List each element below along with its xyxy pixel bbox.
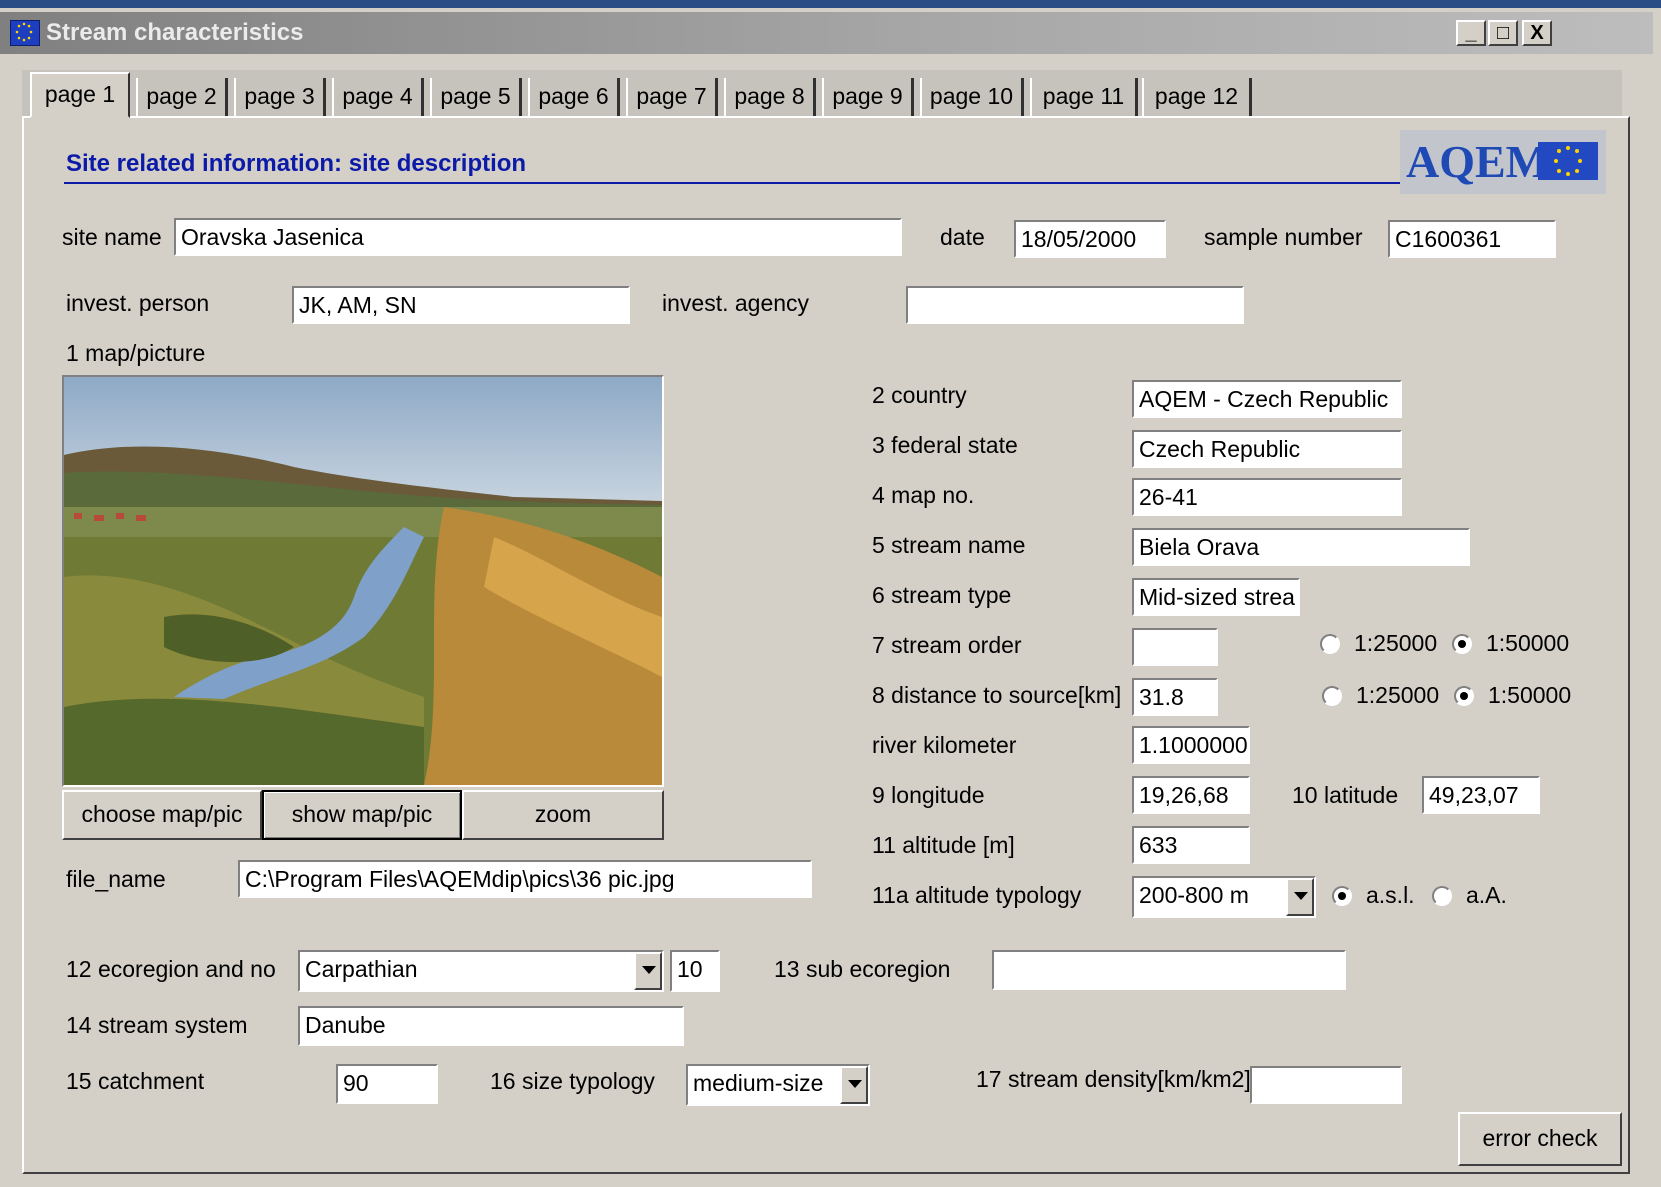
stream-system-label: 14 stream system: [66, 1012, 248, 1038]
error-check-button[interactable]: error check: [1458, 1112, 1622, 1166]
distance-scale-25000-label: 1:25000: [1356, 682, 1440, 708]
stream-name-input[interactable]: Biela Orava: [1132, 528, 1470, 566]
longitude-label: 9 longitude: [872, 782, 985, 808]
date-label: date: [940, 224, 985, 250]
country-input[interactable]: AQEM - Czech Republic: [1132, 380, 1402, 418]
tab-page-4[interactable]: page 4: [332, 78, 424, 116]
size-typology-label: 16 size typology: [490, 1068, 655, 1094]
stream-density-input[interactable]: [1250, 1066, 1402, 1104]
file-name-label: file_name: [66, 866, 166, 892]
minimize-button[interactable]: _: [1456, 20, 1486, 46]
stream-order-label: 7 stream order: [872, 632, 1022, 658]
ecoregion-no-input[interactable]: 10: [670, 950, 720, 992]
altitude-input[interactable]: 633: [1132, 826, 1250, 864]
altitude-aa-radio[interactable]: [1432, 886, 1452, 906]
country-label: 2 country: [872, 382, 967, 408]
federal-state-label: 3 federal state: [872, 432, 1018, 458]
heading-underline: [64, 182, 1534, 184]
invest-person-label: invest. person: [66, 290, 210, 316]
distance-to-source-label: 8 distance to source[km]: [872, 682, 1122, 708]
invest-agency-label: invest. agency: [662, 290, 810, 316]
catchment-input[interactable]: 90: [336, 1064, 438, 1104]
map-picture-label: 1 map/picture: [66, 340, 206, 366]
stream-order-input[interactable]: [1132, 628, 1218, 666]
tab-page-1[interactable]: page 1: [30, 72, 130, 118]
eu-flag-logo-icon: [1538, 142, 1598, 180]
stream-order-scale-50000-label: 1:50000: [1486, 630, 1570, 656]
tab-page-9[interactable]: page 9: [822, 78, 914, 116]
ecoregion-label: 12 ecoregion and no: [66, 956, 276, 982]
date-input[interactable]: 18/05/2000: [1014, 220, 1166, 258]
federal-state-input[interactable]: Czech Republic: [1132, 430, 1402, 468]
file-name-input[interactable]: C:\Program Files\AQEMdip\pics\36 pic.jpg: [238, 860, 812, 898]
altitude-asl-radio[interactable]: [1332, 886, 1352, 906]
catchment-label: 15 catchment: [66, 1068, 205, 1094]
tab-page-2[interactable]: page 2: [136, 78, 228, 116]
stream-order-scale-25000-radio[interactable]: [1320, 634, 1340, 654]
sample-number-input[interactable]: C1600361: [1388, 220, 1556, 258]
altitude-typology-label: 11a altitude typology: [872, 882, 1082, 908]
section-heading: Site related information: site descripti…: [66, 150, 527, 177]
tab-page-12[interactable]: page 12: [1142, 78, 1252, 116]
river-kilometer-label: river kilometer: [872, 732, 1017, 758]
map-no-input[interactable]: 26-41: [1132, 478, 1402, 516]
altitude-asl-label: a.s.l.: [1366, 882, 1415, 908]
distance-scale-25000-radio[interactable]: [1322, 686, 1342, 706]
aqem-logo-text: AQEM: [1406, 136, 1550, 187]
maximize-button[interactable]: □: [1488, 20, 1518, 46]
tab-page-7[interactable]: page 7: [626, 78, 718, 116]
sample-number-label: sample number: [1204, 224, 1363, 250]
altitude-aa-label: a.A.: [1466, 882, 1507, 908]
desktop-top-strip: [0, 0, 1661, 8]
distance-to-source-input[interactable]: 31.8: [1132, 678, 1218, 716]
altitude-label: 11 altitude [m]: [872, 832, 1015, 858]
longitude-input[interactable]: 19,26,68: [1132, 776, 1250, 814]
latitude-input[interactable]: 49,23,07: [1422, 776, 1540, 814]
site-name-input[interactable]: Oravska Jasenica: [174, 218, 902, 256]
stream-order-scale-50000-radio[interactable]: [1452, 634, 1472, 654]
map-no-label: 4 map no.: [872, 482, 975, 508]
tab-page-3[interactable]: page 3: [234, 78, 326, 116]
stream-density-label: 17 stream density[km/km2]: [976, 1066, 1251, 1092]
title-bar[interactable]: Stream characteristics _ □ X: [0, 12, 1653, 54]
aqem-logo: AQEM: [1400, 130, 1606, 194]
show-map-button[interactable]: show map/pic: [262, 790, 462, 840]
size-typology-dropdown-icon[interactable]: [840, 1066, 868, 1104]
size-typology-select[interactable]: medium-size: [686, 1064, 870, 1106]
window-title: Stream characteristics: [46, 19, 304, 46]
close-button[interactable]: X: [1522, 20, 1552, 46]
tab-page-8[interactable]: page 8: [724, 78, 816, 116]
sub-ecoregion-input[interactable]: [992, 950, 1346, 990]
river-kilometer-input[interactable]: 1.1000000: [1132, 726, 1250, 764]
invest-agency-input[interactable]: [906, 286, 1244, 324]
zoom-button[interactable]: zoom: [462, 790, 664, 840]
site-name-label: site name: [62, 224, 162, 250]
river-landscape-image: [64, 377, 662, 785]
ecoregion-select[interactable]: Carpathian: [298, 950, 664, 992]
ecoregion-dropdown-icon[interactable]: [634, 952, 662, 990]
latitude-label: 10 latitude: [1292, 782, 1399, 808]
altitude-typology-select[interactable]: 200-800 m: [1132, 876, 1316, 918]
ecoregion-value: Carpathian: [305, 956, 418, 982]
distance-scale-50000-label: 1:50000: [1488, 682, 1572, 708]
invest-person-input[interactable]: JK, AM, SN: [292, 286, 630, 324]
size-typology-value: medium-size: [693, 1070, 824, 1096]
site-photo: [62, 375, 664, 787]
tab-page-10[interactable]: page 10: [920, 78, 1024, 116]
choose-map-button[interactable]: choose map/pic: [62, 790, 262, 840]
distance-scale-50000-radio[interactable]: [1454, 686, 1474, 706]
stream-type-input[interactable]: Mid-sized strea: [1132, 578, 1300, 616]
tab-page-11[interactable]: page 11: [1030, 78, 1138, 116]
eu-flag-icon: [10, 20, 40, 46]
altitude-typology-dropdown-icon[interactable]: [1286, 878, 1314, 916]
stream-order-scale-25000-label: 1:25000: [1354, 630, 1438, 656]
sub-ecoregion-label: 13 sub ecoregion: [774, 956, 951, 982]
stream-type-label: 6 stream type: [872, 582, 1012, 608]
altitude-typology-value: 200-800 m: [1139, 882, 1249, 908]
tab-page-6[interactable]: page 6: [528, 78, 620, 116]
stream-system-input[interactable]: Danube: [298, 1006, 684, 1046]
tab-page-5[interactable]: page 5: [430, 78, 522, 116]
stream-name-label: 5 stream name: [872, 532, 1026, 558]
